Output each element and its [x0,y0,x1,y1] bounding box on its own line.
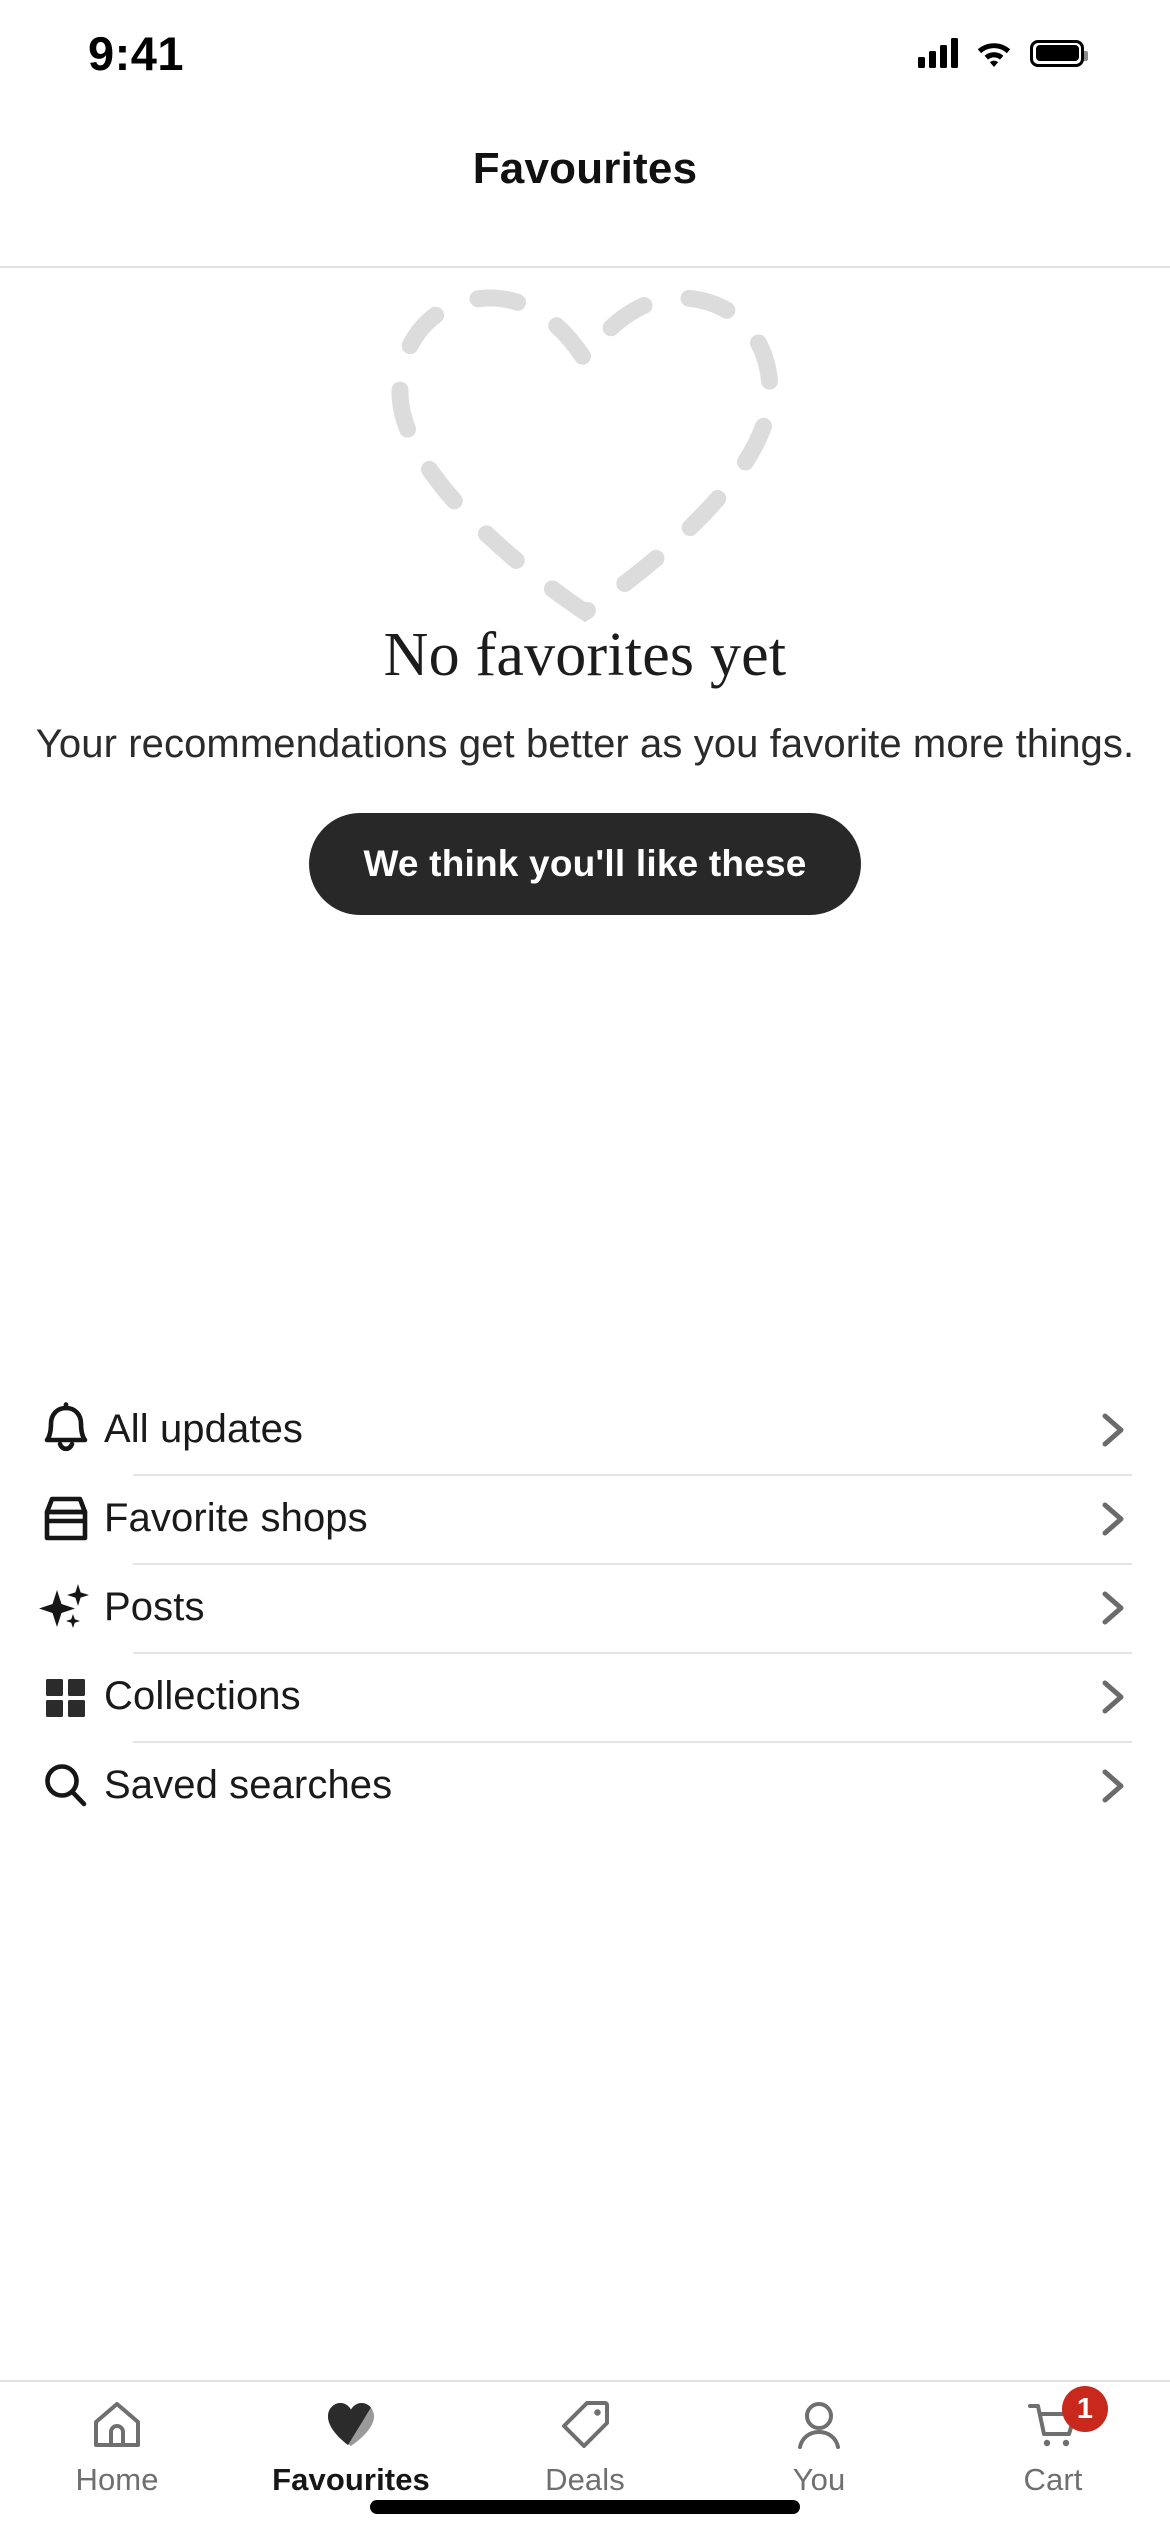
list-item-saved-searches[interactable]: Saved searches [0,1741,1170,1830]
tab-label: Cart [1023,2462,1083,2497]
tab-label: Deals [545,2462,625,2497]
list-item-all-updates[interactable]: All updates [0,1385,1170,1474]
person-icon [792,2396,846,2454]
heart-icon [324,2396,378,2454]
list-item-label: Posts [104,1585,205,1629]
status-time: 9:41 [88,26,185,80]
chevron-right-icon[interactable] [1092,1588,1132,1628]
home-icon [90,2396,144,2454]
tab-home[interactable]: Home [0,2382,234,2532]
tag-icon [558,2396,612,2454]
list-item-label: Saved searches [104,1763,393,1807]
chevron-right-icon[interactable] [1092,1766,1132,1806]
list-item-favorite-shops[interactable]: Favorite shops [0,1474,1170,1563]
tab-label: Home [75,2462,159,2497]
storefront-icon [35,1488,104,1550]
wifi-icon [976,39,1012,67]
tab-label: You [792,2462,846,2497]
chevron-right-icon[interactable] [1092,1499,1132,1539]
recommendations-button[interactable]: We think you'll like these [309,813,861,915]
dashed-heart-outline-icon [391,289,779,623]
list-item-label: All updates [104,1407,304,1451]
list-item-label: Favorite shops [104,1496,368,1540]
chevron-right-icon[interactable] [1092,1677,1132,1717]
cart-badge: 1 [1062,2386,1108,2432]
search-icon [35,1755,104,1817]
empty-cta-wrap: We think you'll like these [0,813,1170,915]
tab-label: Favourites [272,2462,430,2497]
sparkles-icon [35,1577,104,1639]
home-indicator [370,2500,800,2514]
page-title: Favourites [472,144,698,193]
empty-state: No favorites yet Your recommendations ge… [0,268,1170,915]
list-item-label: Collections [104,1674,301,1718]
chevron-right-icon[interactable] [1092,1410,1132,1450]
empty-illustration [0,268,1170,623]
status-icons [918,32,1088,68]
favourites-section-list: All updates Favorite shops Posts Collect… [0,1385,1170,1830]
list-item-posts[interactable]: Posts [0,1563,1170,1652]
grid-icon [35,1666,104,1728]
cart-icon: 1 [1026,2386,1108,2454]
empty-subtitle: Your recommendations get better as you f… [35,722,1135,766]
battery-icon [1030,39,1088,67]
nav-bar: Favourites [0,100,1170,268]
list-item-collections[interactable]: Collections [0,1652,1170,1741]
cellular-signal-icon [918,38,958,68]
tab-cart[interactable]: 1 Cart [936,2382,1170,2532]
app-screen: 9:41 Favourites No favorites yet Your re… [0,0,1170,2532]
bell-icon [35,1399,104,1461]
status-bar: 9:41 [0,0,1170,100]
empty-title: No favorites yet [383,621,787,689]
